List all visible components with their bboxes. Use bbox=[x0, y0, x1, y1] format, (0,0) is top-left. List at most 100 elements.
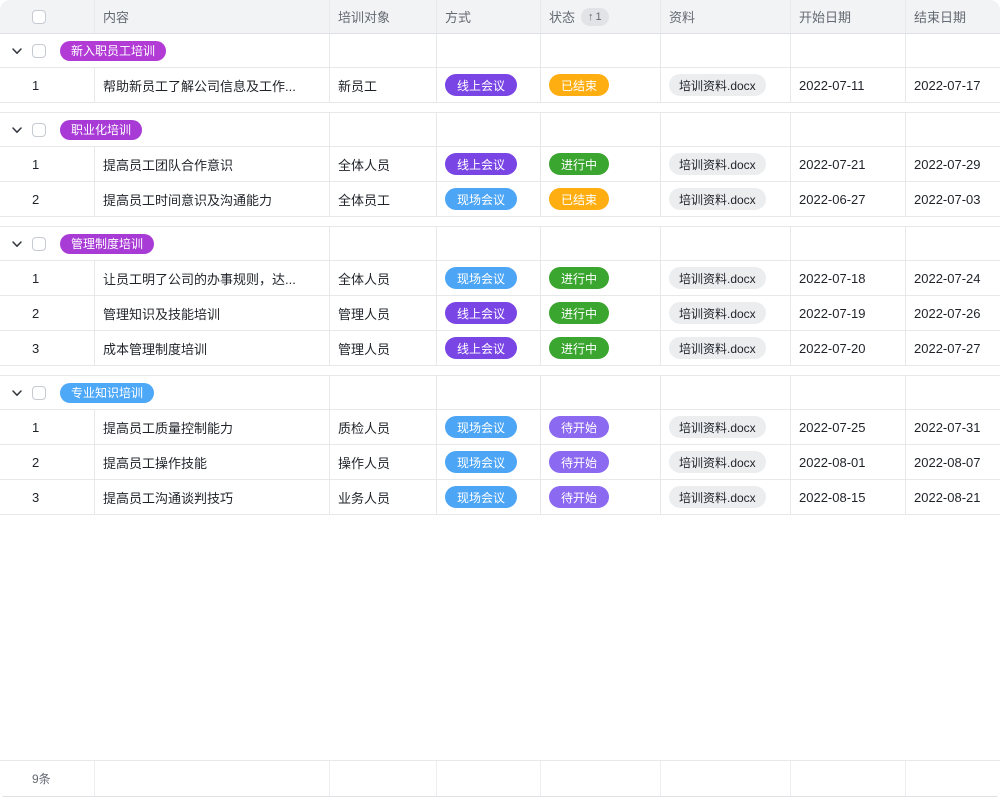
target-cell[interactable]: 全体员工 bbox=[330, 182, 437, 216]
column-header-material[interactable]: 资料 bbox=[661, 0, 791, 33]
material-cell[interactable]: 培训资料.docx bbox=[661, 296, 791, 330]
start-cell[interactable]: 2022-08-15 bbox=[791, 480, 906, 514]
method-cell[interactable]: 线上会议 bbox=[437, 68, 541, 102]
attachment-chip[interactable]: 培训资料.docx bbox=[669, 267, 766, 289]
status-cell[interactable]: 进行中 bbox=[541, 331, 661, 365]
group-header-cell[interactable]: 专业知识培训 bbox=[0, 376, 330, 409]
sort-indicator[interactable]: ↑ 1 bbox=[581, 8, 609, 26]
status-cell[interactable]: 进行中 bbox=[541, 261, 661, 295]
start-cell[interactable]: 2022-07-20 bbox=[791, 331, 906, 365]
material-cell[interactable]: 培训资料.docx bbox=[661, 182, 791, 216]
target-cell[interactable]: 管理人员 bbox=[330, 296, 437, 330]
content-cell[interactable]: 提高员工质量控制能力 bbox=[95, 410, 330, 444]
content-cell[interactable]: 帮助新员工了解公司信息及工作... bbox=[95, 68, 330, 102]
material-cell[interactable]: 培训资料.docx bbox=[661, 147, 791, 181]
column-header-start-date[interactable]: 开始日期 bbox=[791, 0, 906, 33]
end-cell[interactable]: 2022-07-03 bbox=[906, 182, 1000, 216]
method-cell[interactable]: 现场会议 bbox=[437, 480, 541, 514]
column-header-method[interactable]: 方式 bbox=[437, 0, 541, 33]
row-number-cell[interactable]: 3 bbox=[0, 480, 95, 514]
material-cell[interactable]: 培训资料.docx bbox=[661, 410, 791, 444]
attachment-chip[interactable]: 培训资料.docx bbox=[669, 486, 766, 508]
group-checkbox[interactable] bbox=[32, 386, 46, 400]
target-cell[interactable]: 管理人员 bbox=[330, 331, 437, 365]
content-cell[interactable]: 管理知识及技能培训 bbox=[95, 296, 330, 330]
status-cell[interactable]: 待开始 bbox=[541, 410, 661, 444]
row-number-cell[interactable]: 2 bbox=[0, 445, 95, 479]
content-cell[interactable]: 提高员工团队合作意识 bbox=[95, 147, 330, 181]
end-cell[interactable]: 2022-07-24 bbox=[906, 261, 1000, 295]
chevron-down-icon[interactable] bbox=[10, 237, 24, 251]
select-all-checkbox[interactable] bbox=[32, 10, 46, 24]
attachment-chip[interactable]: 培训资料.docx bbox=[669, 416, 766, 438]
status-cell[interactable]: 已结束 bbox=[541, 182, 661, 216]
group-checkbox[interactable] bbox=[32, 123, 46, 137]
row-number-cell[interactable]: 1 bbox=[0, 68, 95, 102]
target-cell[interactable]: 质检人员 bbox=[330, 410, 437, 444]
status-cell[interactable]: 进行中 bbox=[541, 296, 661, 330]
column-header-end-date[interactable]: 结束日期 bbox=[906, 0, 1000, 33]
end-cell[interactable]: 2022-07-26 bbox=[906, 296, 1000, 330]
material-cell[interactable]: 培训资料.docx bbox=[661, 445, 791, 479]
content-cell[interactable]: 成本管理制度培训 bbox=[95, 331, 330, 365]
group-checkbox[interactable] bbox=[32, 237, 46, 251]
start-cell[interactable]: 2022-06-27 bbox=[791, 182, 906, 216]
column-header-content[interactable]: 内容 bbox=[95, 0, 330, 33]
start-cell[interactable]: 2022-07-21 bbox=[791, 147, 906, 181]
attachment-chip[interactable]: 培训资料.docx bbox=[669, 451, 766, 473]
method-cell[interactable]: 线上会议 bbox=[437, 147, 541, 181]
method-cell[interactable]: 现场会议 bbox=[437, 410, 541, 444]
method-cell[interactable]: 线上会议 bbox=[437, 296, 541, 330]
column-header-status[interactable]: 状态 ↑ 1 bbox=[541, 0, 661, 33]
group-checkbox[interactable] bbox=[32, 44, 46, 58]
end-cell[interactable]: 2022-08-07 bbox=[906, 445, 1000, 479]
attachment-chip[interactable]: 培训资料.docx bbox=[669, 302, 766, 324]
content-cell[interactable]: 提高员工沟通谈判技巧 bbox=[95, 480, 330, 514]
chevron-down-icon[interactable] bbox=[10, 386, 24, 400]
row-number-cell[interactable]: 1 bbox=[0, 261, 95, 295]
target-cell[interactable]: 新员工 bbox=[330, 68, 437, 102]
start-cell[interactable]: 2022-07-18 bbox=[791, 261, 906, 295]
material-cell[interactable]: 培训资料.docx bbox=[661, 68, 791, 102]
group-header-cell[interactable]: 职业化培训 bbox=[0, 113, 330, 146]
method-cell[interactable]: 现场会议 bbox=[437, 182, 541, 216]
attachment-chip[interactable]: 培训资料.docx bbox=[669, 74, 766, 96]
end-cell[interactable]: 2022-07-31 bbox=[906, 410, 1000, 444]
content-cell[interactable]: 提高员工操作技能 bbox=[95, 445, 330, 479]
row-number-cell[interactable]: 2 bbox=[0, 296, 95, 330]
target-cell[interactable]: 操作人员 bbox=[330, 445, 437, 479]
status-cell[interactable]: 待开始 bbox=[541, 480, 661, 514]
attachment-chip[interactable]: 培训资料.docx bbox=[669, 153, 766, 175]
content-cell[interactable]: 让员工明了公司的办事规则，达... bbox=[95, 261, 330, 295]
end-cell[interactable]: 2022-07-29 bbox=[906, 147, 1000, 181]
group-header-cell[interactable]: 管理制度培训 bbox=[0, 227, 330, 260]
status-cell[interactable]: 待开始 bbox=[541, 445, 661, 479]
chevron-down-icon[interactable] bbox=[10, 123, 24, 137]
status-cell[interactable]: 已结束 bbox=[541, 68, 661, 102]
target-cell[interactable]: 业务人员 bbox=[330, 480, 437, 514]
target-cell[interactable]: 全体人员 bbox=[330, 147, 437, 181]
method-cell[interactable]: 现场会议 bbox=[437, 261, 541, 295]
status-cell[interactable]: 进行中 bbox=[541, 147, 661, 181]
start-cell[interactable]: 2022-07-25 bbox=[791, 410, 906, 444]
start-cell[interactable]: 2022-07-11 bbox=[791, 68, 906, 102]
row-number-cell[interactable]: 2 bbox=[0, 182, 95, 216]
target-cell[interactable]: 全体人员 bbox=[330, 261, 437, 295]
row-number-cell[interactable]: 1 bbox=[0, 410, 95, 444]
start-cell[interactable]: 2022-08-01 bbox=[791, 445, 906, 479]
column-header-target[interactable]: 培训对象 bbox=[330, 0, 437, 33]
method-cell[interactable]: 现场会议 bbox=[437, 445, 541, 479]
chevron-down-icon[interactable] bbox=[10, 44, 24, 58]
method-cell[interactable]: 线上会议 bbox=[437, 331, 541, 365]
end-cell[interactable]: 2022-07-27 bbox=[906, 331, 1000, 365]
material-cell[interactable]: 培训资料.docx bbox=[661, 331, 791, 365]
attachment-chip[interactable]: 培训资料.docx bbox=[669, 337, 766, 359]
end-cell[interactable]: 2022-07-17 bbox=[906, 68, 1000, 102]
material-cell[interactable]: 培训资料.docx bbox=[661, 480, 791, 514]
group-header-cell[interactable]: 新入职员工培训 bbox=[0, 34, 330, 67]
attachment-chip[interactable]: 培训资料.docx bbox=[669, 188, 766, 210]
material-cell[interactable]: 培训资料.docx bbox=[661, 261, 791, 295]
content-cell[interactable]: 提高员工时间意识及沟通能力 bbox=[95, 182, 330, 216]
row-number-cell[interactable]: 3 bbox=[0, 331, 95, 365]
start-cell[interactable]: 2022-07-19 bbox=[791, 296, 906, 330]
